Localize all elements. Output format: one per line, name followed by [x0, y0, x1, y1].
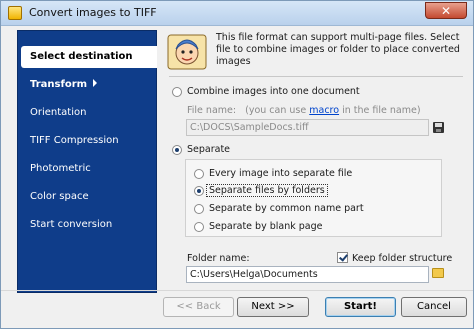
- sidebar-item-label: Transform: [30, 79, 88, 90]
- sidebar-item-orientation[interactable]: Orientation: [18, 102, 156, 124]
- title-bar[interactable]: Convert images to TIFF ✕: [1, 1, 473, 26]
- sidebar-item-color-space[interactable]: Color space: [18, 186, 156, 208]
- file-name-field[interactable]: C:\DOCS\SampleDocs.tiff: [186, 119, 429, 136]
- combine-radio[interactable]: [172, 87, 182, 97]
- divider: [169, 76, 463, 77]
- cancel-button[interactable]: Cancel: [401, 297, 467, 317]
- separate-radio[interactable]: [172, 145, 182, 155]
- keep-folder-structure-label[interactable]: Keep folder structure: [352, 253, 452, 264]
- sidebar-item-select-destination[interactable]: Select destination: [21, 46, 157, 68]
- sidebar-item-start-conversion[interactable]: Start conversion: [18, 214, 156, 236]
- browse-folder-icon[interactable]: [432, 268, 444, 278]
- keep-folder-structure-checkbox[interactable]: [337, 252, 348, 263]
- separate-option-radio-blank-page[interactable]: [194, 222, 204, 232]
- close-button[interactable]: ✕: [425, 2, 467, 19]
- separate-option-label-every-image[interactable]: Every image into separate file: [209, 168, 352, 179]
- description-text: This file format can support multi-page …: [216, 32, 460, 67]
- window-title: Convert images to TIFF: [29, 6, 157, 19]
- separate-label[interactable]: Separate: [187, 144, 230, 155]
- save-icon[interactable]: [433, 122, 444, 133]
- footer-divider: [1, 290, 473, 291]
- sidebar-item-transform[interactable]: Transform: [18, 74, 156, 96]
- folder-name-label: Folder name:: [187, 253, 250, 264]
- combine-label[interactable]: Combine images into one document: [187, 86, 360, 97]
- start-button[interactable]: Start!: [325, 297, 396, 317]
- separate-option-label-common-name[interactable]: Separate by common name part: [209, 203, 364, 214]
- next-button[interactable]: Next >>: [237, 297, 309, 317]
- mascot-icon: [167, 34, 207, 70]
- chevron-right-icon: [93, 79, 98, 87]
- macro-link[interactable]: macro: [309, 105, 339, 116]
- file-name-label: File name: (you can use macro in the fil…: [187, 105, 421, 116]
- separate-option-radio-common-name[interactable]: [194, 204, 204, 214]
- sidebar-item-photometric[interactable]: Photometric: [18, 158, 156, 180]
- convert-dialog: Convert images to TIFF ✕ Select destinat…: [0, 0, 474, 329]
- folder-name-field[interactable]: C:\Users\Helga\Documents: [186, 266, 429, 283]
- sidebar-item-tiff-compression[interactable]: TIFF Compression: [18, 130, 156, 152]
- back-button[interactable]: << Back: [163, 297, 234, 317]
- separate-option-label-blank-page[interactable]: Separate by blank page: [209, 221, 322, 232]
- separate-option-radio-every-image[interactable]: [194, 169, 204, 179]
- separate-option-label-by-folders[interactable]: Separate files by folders: [206, 184, 328, 197]
- separate-option-radio-by-folders[interactable]: [194, 186, 204, 196]
- app-icon: [8, 6, 22, 20]
- wizard-sidebar: Select destination Transform Orientation…: [17, 30, 157, 293]
